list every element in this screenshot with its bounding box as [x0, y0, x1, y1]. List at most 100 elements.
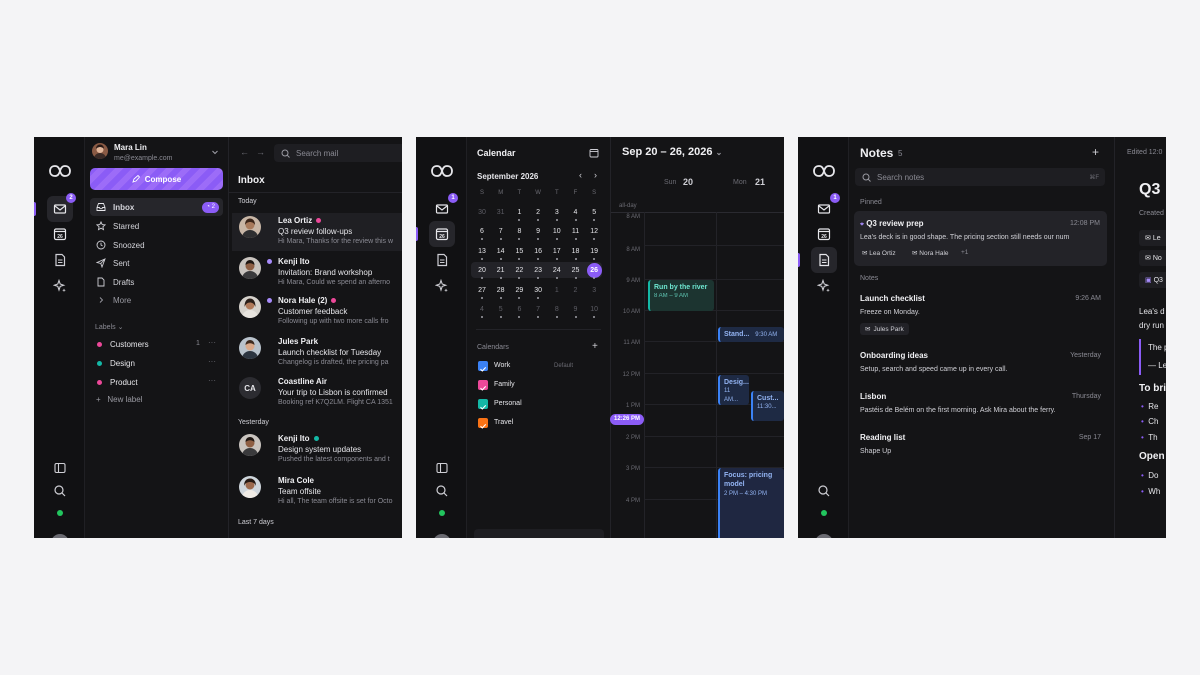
- sidebar-item-snoozed[interactable]: Snoozed: [90, 236, 223, 254]
- sidebar-item-drafts[interactable]: Drafts: [90, 273, 223, 291]
- notes-app-button[interactable]: [47, 247, 73, 273]
- add-calendar-button[interactable]: +: [592, 341, 598, 352]
- label-menu-icon[interactable]: ···: [208, 376, 216, 385]
- search-input[interactable]: Search mail: [274, 144, 402, 162]
- prev-month-button[interactable]: ‹: [579, 170, 582, 180]
- calendar-day[interactable]: 13: [473, 248, 491, 260]
- forward-button[interactable]: →: [256, 147, 265, 157]
- calendar-day[interactable]: 4: [567, 209, 585, 221]
- assistant-app-button[interactable]: [811, 273, 837, 299]
- calendar-day[interactable]: 4: [473, 306, 491, 318]
- new-note-button[interactable]: +: [1092, 145, 1099, 159]
- sidebar-item-starred[interactable]: Starred: [90, 217, 223, 235]
- calendar-checkbox-work[interactable]: [478, 361, 488, 372]
- list-item[interactable]: Jules Park Launch checklist for Tuesday …: [232, 334, 402, 372]
- event-customer[interactable]: Cust... 11:30...: [751, 391, 784, 421]
- calendar-day[interactable]: 14: [492, 248, 510, 260]
- calendar-day[interactable]: 25: [567, 267, 585, 280]
- back-button[interactable]: ←: [240, 147, 249, 157]
- calendar-day[interactable]: 5: [492, 306, 510, 318]
- list-item[interactable]: Kenji Ito Invitation: Brand workshop Hi …: [232, 254, 402, 292]
- calendar-day[interactable]: 21: [492, 267, 510, 280]
- chevron-down-icon[interactable]: [211, 148, 219, 156]
- calendar-day[interactable]: 17: [548, 248, 566, 260]
- notes-app-button[interactable]: [811, 247, 837, 273]
- week-range-title[interactable]: Sep 20 – 26, 2026 ⌄: [622, 146, 722, 158]
- list-item[interactable]: Kenji Ito Design system updates Pushed t…: [232, 431, 402, 469]
- global-search-button[interactable]: [429, 478, 455, 504]
- calendar-checkbox-travel[interactable]: [478, 418, 488, 429]
- calendar-day[interactable]: 2: [567, 287, 585, 294]
- assistant-app-button[interactable]: [47, 273, 73, 299]
- calendar-day[interactable]: 3: [548, 209, 566, 221]
- calendar-day[interactable]: 5: [585, 209, 603, 221]
- avatar[interactable]: [815, 534, 833, 538]
- notes-app-button[interactable]: [429, 247, 455, 273]
- calendar-day[interactable]: 10: [548, 228, 566, 241]
- calendar-day[interactable]: 22: [510, 267, 528, 280]
- calendar-day[interactable]: 26: [585, 267, 603, 280]
- label-design[interactable]: Design: [97, 359, 135, 368]
- label-product[interactable]: Product: [97, 378, 138, 387]
- calendar-day[interactable]: 6: [510, 306, 528, 318]
- search-input[interactable]: Search notes ⌘F: [855, 168, 1105, 186]
- new-label-button[interactable]: + New label: [96, 395, 142, 404]
- calendar-day[interactable]: 27: [473, 287, 491, 299]
- label-customers[interactable]: Customers: [97, 340, 149, 349]
- list-item[interactable]: Lisbon Thursday Pastéis de Belém on the …: [860, 392, 1110, 414]
- calendar-day[interactable]: 20: [473, 267, 491, 280]
- calendar-day[interactable]: 19: [585, 248, 603, 260]
- calendar-day[interactable]: 8: [548, 306, 566, 318]
- sidebar-item-inbox[interactable]: Inbox ◔ 2: [90, 198, 223, 216]
- calendar-day[interactable]: 2: [529, 209, 547, 221]
- avatar[interactable]: [51, 534, 69, 538]
- list-item[interactable]: CA Coastline Air Your trip to Lisbon is …: [232, 374, 402, 412]
- calendar-day[interactable]: 1: [548, 287, 566, 294]
- label-menu-icon[interactable]: ···: [208, 357, 216, 366]
- calendar-day[interactable]: 30: [473, 209, 491, 216]
- mail-app-button[interactable]: 2: [47, 193, 76, 222]
- calendar-day[interactable]: 1: [510, 209, 528, 221]
- labels-heading[interactable]: Labels ⌄: [95, 323, 123, 331]
- global-search-button[interactable]: [811, 478, 837, 504]
- event-focus-pricing[interactable]: Focus: pricing model 2 PM – 4:30 PM: [718, 468, 784, 538]
- list-item[interactable]: Onboarding ideas Yesterday Setup, search…: [860, 351, 1110, 373]
- sidebar-item-sent[interactable]: Sent: [90, 254, 223, 272]
- calendar-day[interactable]: 8: [510, 228, 528, 241]
- calendar-day[interactable]: 10: [585, 306, 603, 318]
- next-month-button[interactable]: ›: [594, 170, 597, 180]
- avatar[interactable]: [433, 534, 451, 538]
- mail-app-button[interactable]: 1: [429, 193, 458, 222]
- calendar-day[interactable]: 15: [510, 248, 528, 260]
- assistant-app-button[interactable]: [429, 273, 455, 299]
- calendar-day[interactable]: 18: [567, 248, 585, 260]
- sidebar-item-more[interactable]: More: [90, 291, 223, 309]
- calendar-day[interactable]: 9: [567, 306, 585, 318]
- calendar-day[interactable]: 23: [529, 267, 547, 280]
- global-search-button[interactable]: [47, 478, 73, 504]
- label-menu-icon[interactable]: ···: [208, 338, 216, 347]
- event-run-by-the-river[interactable]: Run by the river 8 AM – 9 AM: [648, 280, 714, 311]
- list-item[interactable]: Nora Hale (2) Customer feedback Followin…: [232, 293, 402, 331]
- calendar-day[interactable]: 31: [492, 209, 510, 216]
- linked-person-row[interactable]: ✉ Le: [1139, 230, 1166, 246]
- calendar-day[interactable]: 29: [510, 287, 528, 299]
- calendar-app-button[interactable]: 26: [811, 221, 837, 247]
- calendar-add-icon[interactable]: [589, 148, 599, 158]
- compose-button[interactable]: Compose: [90, 168, 223, 190]
- calendar-app-button[interactable]: 26: [47, 221, 73, 247]
- user-avatar[interactable]: [92, 143, 108, 159]
- calendar-day[interactable]: 3: [585, 287, 603, 294]
- calendar-day[interactable]: 11: [567, 228, 585, 241]
- linked-event-row[interactable]: ▣ Q3: [1139, 272, 1166, 288]
- calendar-checkbox-family[interactable]: [478, 380, 488, 391]
- calendar-day[interactable]: 6: [473, 228, 491, 241]
- calendar-day[interactable]: 30: [529, 287, 547, 299]
- calendar-day[interactable]: 7: [529, 306, 547, 318]
- event-design[interactable]: Desig... 11 AM...: [718, 375, 749, 405]
- calendar-day[interactable]: 7: [492, 228, 510, 241]
- calendar-app-button[interactable]: 26: [429, 221, 455, 247]
- list-item[interactable]: Mira Cole Team offsite Hi all, The team …: [232, 473, 402, 511]
- event-standup[interactable]: Stand... 9:30 AM: [718, 327, 784, 342]
- list-item[interactable]: Launch checklist 9:26 AM Freeze on Monda…: [860, 294, 1110, 336]
